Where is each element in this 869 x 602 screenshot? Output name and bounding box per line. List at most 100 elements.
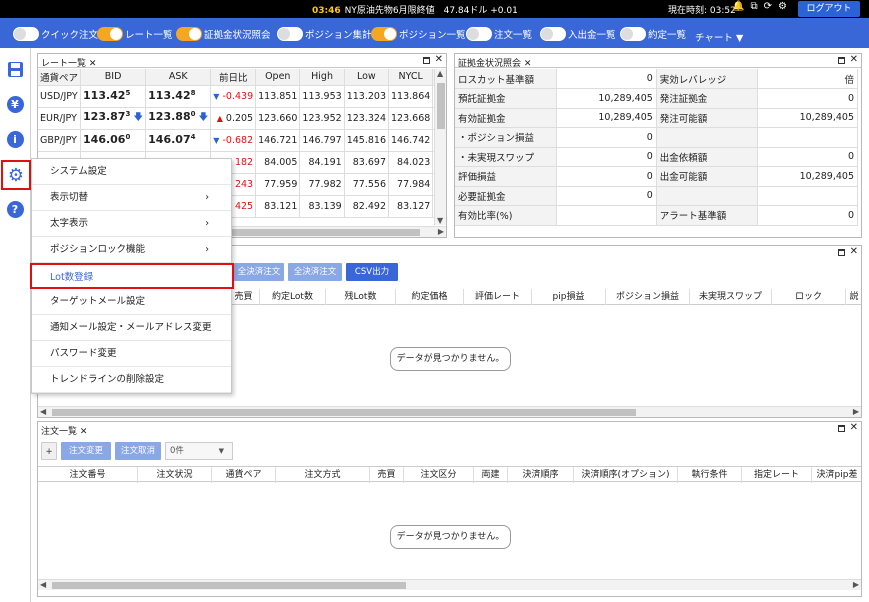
toggle-switch[interactable]: [540, 27, 566, 41]
gear-icon[interactable]: ⚙: [778, 1, 787, 12]
col-order-type[interactable]: 注文方式: [276, 467, 370, 483]
maximize-icon[interactable]: [423, 57, 430, 64]
toggle-switch[interactable]: [97, 27, 123, 41]
ask-cell[interactable]: 123.880 🡇: [145, 107, 212, 130]
menu-item[interactable]: 太字表示 ›: [32, 211, 231, 237]
col-swap[interactable]: 未実現スワップ: [690, 289, 772, 305]
col-hedge[interactable]: 両建: [474, 467, 508, 483]
menu-item[interactable]: 表示切替 ›: [32, 185, 231, 211]
scroll-thumb[interactable]: [52, 409, 636, 416]
col-side[interactable]: 売買: [228, 289, 260, 305]
close-icon[interactable]: ✕: [435, 54, 443, 65]
col-remaining-lots[interactable]: 残Lot数: [326, 289, 396, 305]
scroll-up-icon[interactable]: ▲: [437, 69, 443, 78]
maximize-icon[interactable]: [838, 57, 845, 64]
logout-button[interactable]: ログアウト: [798, 1, 860, 17]
toggle-quick-order[interactable]: クイック注文: [13, 26, 98, 42]
table-row[interactable]: USD/JPY 113.425 113.428 ▼ -0.439 113.851 113.…: [38, 85, 446, 108]
info-icon[interactable]: i: [3, 127, 27, 151]
col-pair[interactable]: 通貨ペア: [38, 69, 82, 86]
col-nycl[interactable]: NYCL: [388, 69, 434, 86]
close-icon[interactable]: ✕: [850, 246, 858, 257]
menu-item[interactable]: パスワード変更: [32, 341, 231, 367]
scroll-thumb[interactable]: [52, 582, 406, 589]
col-order-status[interactable]: 注文状況: [138, 467, 212, 483]
bell-icon[interactable]: 🔔: [732, 1, 744, 12]
col-order-category[interactable]: 注文区分: [404, 467, 474, 483]
col-lock[interactable]: ロック: [772, 289, 846, 305]
yen-icon[interactable]: ¥: [3, 92, 27, 116]
close-icon[interactable]: ✕: [850, 54, 858, 65]
scroll-right-icon[interactable]: ▶: [438, 227, 444, 236]
col-settle-order-option[interactable]: 決済順序(オプション): [574, 467, 678, 483]
toggle-deposit-list[interactable]: 入出金一覧: [540, 26, 616, 42]
close-tab-icon[interactable]: ✕: [89, 59, 97, 69]
ask-cell[interactable]: 113.428: [145, 85, 212, 108]
col-exec-price[interactable]: 約定価格: [396, 289, 464, 305]
horizontal-scrollbar[interactable]: ◀▶: [38, 579, 861, 590]
chart-menu[interactable]: チャート ▼: [695, 30, 743, 44]
toggle-switch[interactable]: [371, 27, 397, 41]
col-low[interactable]: Low: [344, 69, 390, 86]
col-exec-condition[interactable]: 執行条件: [678, 467, 742, 483]
vertical-scrollbar[interactable]: ▲ ▼: [434, 69, 446, 225]
col-side[interactable]: 売買: [370, 467, 404, 483]
toggle-order-list[interactable]: 注文一覧: [466, 26, 532, 42]
col-order-no[interactable]: 注文番号: [38, 467, 138, 483]
toggle-position-summary[interactable]: ポジション集計: [277, 26, 372, 42]
col-high[interactable]: High: [299, 69, 345, 86]
scroll-left-icon[interactable]: ◀: [40, 580, 46, 589]
scroll-right-icon[interactable]: ▶: [853, 580, 859, 589]
menu-item[interactable]: トレンドラインの削除設定: [32, 367, 231, 393]
menu-item[interactable]: Lot数登録: [30, 263, 234, 289]
add-button[interactable]: +: [41, 442, 57, 460]
scroll-thumb[interactable]: [437, 83, 445, 129]
csv-export-button[interactable]: CSV出力: [346, 263, 398, 281]
bid-cell[interactable]: 113.425: [80, 85, 147, 108]
menu-item[interactable]: ターゲットメール設定: [32, 289, 231, 315]
scroll-down-icon[interactable]: ▼: [437, 216, 443, 225]
modify-order-button[interactable]: 注文変更: [61, 442, 111, 460]
toggle-switch[interactable]: [466, 27, 492, 41]
col-open[interactable]: Open: [255, 69, 301, 86]
external-link-icon[interactable]: ⧉: [750, 1, 757, 12]
toggle-margin-status[interactable]: 証拠金状況照会: [176, 26, 271, 42]
bid-cell[interactable]: 146.060: [80, 129, 147, 152]
col-exec-lots[interactable]: 約定Lot数: [260, 289, 326, 305]
toggle-switch[interactable]: [277, 27, 303, 41]
col-position-pl[interactable]: ポジション損益: [606, 289, 690, 305]
close-tab-icon[interactable]: ✕: [524, 59, 532, 69]
scroll-left-icon[interactable]: ◀: [40, 407, 46, 416]
col-pair[interactable]: 通貨ペア: [212, 467, 276, 483]
col-ask[interactable]: ASK: [145, 69, 212, 86]
scroll-right-icon[interactable]: ▶: [853, 407, 859, 416]
table-row[interactable]: EUR/JPY 123.873 🡇 123.880 🡇 ▲ 0.205 123.660 1…: [38, 107, 446, 130]
close-icon[interactable]: ✕: [850, 422, 858, 433]
toggle-position-list[interactable]: ポジション一覧: [371, 26, 466, 42]
col-settle-pip[interactable]: 決済pip差: [812, 467, 861, 483]
table-row[interactable]: GBP/JPY 146.060 146.074 ▼ -0.682 146.721 146.…: [38, 129, 446, 152]
col-extra[interactable]: 説: [846, 289, 861, 305]
news-ticker[interactable]: 03:46 NY原油先物6月限終値 47.84ドル +0.01: [312, 3, 518, 16]
gear-icon[interactable]: ⚙: [1, 160, 31, 190]
toggle-switch[interactable]: [13, 27, 39, 41]
ask-cell[interactable]: 146.074: [145, 129, 212, 152]
toggle-switch[interactable]: [176, 27, 202, 41]
refresh-icon[interactable]: ⟳: [764, 1, 772, 12]
col-specified-rate[interactable]: 指定レート: [742, 467, 812, 483]
close-tab-icon[interactable]: ✕: [80, 427, 88, 437]
col-settle-order[interactable]: 決済順序: [508, 467, 574, 483]
save-icon[interactable]: [3, 57, 27, 81]
cancel-order-button[interactable]: 注文取消: [115, 442, 161, 460]
menu-item[interactable]: ポジションロック機能 ›: [32, 237, 231, 263]
help-icon[interactable]: ?: [3, 197, 27, 221]
col-pip-pl[interactable]: pip損益: [532, 289, 606, 305]
menu-item[interactable]: システム設定: [32, 159, 231, 185]
toggle-switch[interactable]: [620, 27, 646, 41]
count-select[interactable]: 0件 ▼: [165, 442, 233, 460]
toggle-rate-list[interactable]: レート一覧: [97, 26, 173, 42]
toggle-execution-list[interactable]: 約定一覧: [620, 26, 686, 42]
maximize-icon[interactable]: [838, 425, 845, 432]
horizontal-scrollbar[interactable]: ◀▶: [38, 406, 861, 417]
bid-cell[interactable]: 123.873 🡇: [80, 107, 147, 130]
